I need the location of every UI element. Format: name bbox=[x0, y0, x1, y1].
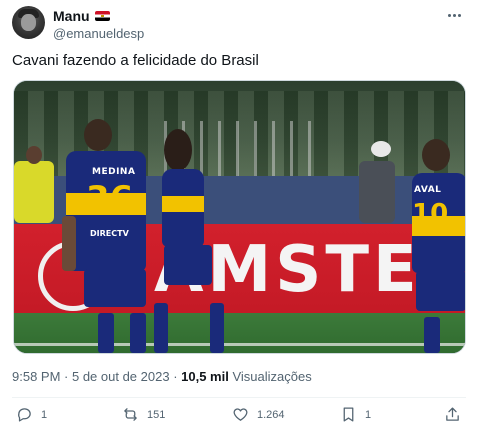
player2-shorts bbox=[164, 245, 212, 285]
tweet-meta: 9:58 PM · 5 de out de 2023 · 10,5 mil Vi… bbox=[12, 369, 312, 384]
media-police-helmet bbox=[371, 141, 391, 157]
avatar-face bbox=[21, 14, 36, 31]
share-button[interactable] bbox=[444, 406, 461, 423]
media-police bbox=[359, 161, 395, 223]
player3-shorts bbox=[416, 271, 465, 311]
player1-shorts bbox=[84, 269, 146, 307]
player3-head bbox=[422, 139, 450, 171]
player1-sock-right bbox=[130, 313, 146, 353]
media-steward bbox=[14, 161, 54, 223]
retweet-count: 151 bbox=[147, 408, 166, 421]
action-bar: 1 151 1.264 1 bbox=[16, 406, 464, 428]
views-label: Visualizações bbox=[228, 369, 312, 384]
like-button[interactable]: 1.264 bbox=[232, 406, 285, 423]
views-count: 10,5 mil bbox=[181, 369, 229, 384]
player1-name: MEDINA bbox=[92, 167, 136, 177]
reply-count: 1 bbox=[41, 408, 48, 421]
tweet-time[interactable]: 9:58 PM bbox=[12, 369, 60, 384]
reply-button[interactable]: 1 bbox=[16, 406, 47, 423]
name-line: Manu bbox=[53, 8, 110, 24]
divider bbox=[12, 397, 466, 398]
display-name[interactable]: Manu bbox=[53, 8, 90, 24]
player2-sock-right bbox=[210, 303, 224, 353]
retweet-icon bbox=[124, 408, 137, 421]
player3-number: 10 bbox=[412, 199, 449, 229]
player3-sock bbox=[424, 317, 440, 353]
tweet-text: Cavani fazendo a felicidade do Brasil bbox=[12, 52, 259, 69]
like-count: 1.264 bbox=[257, 408, 285, 421]
share-icon bbox=[446, 407, 459, 421]
player2-stripe bbox=[162, 196, 204, 212]
bookmark-icon bbox=[343, 407, 354, 422]
bookmark-count: 1 bbox=[365, 408, 372, 421]
player1-number: 36 bbox=[86, 179, 134, 219]
meta-separator-2: · bbox=[169, 369, 182, 384]
like-icon bbox=[233, 408, 248, 421]
tweet-header: Manu @emanueldesp bbox=[12, 6, 466, 41]
player1-sock-left bbox=[98, 313, 114, 353]
media-pitch bbox=[14, 313, 465, 353]
meta-separator: · bbox=[60, 369, 72, 384]
retweet-button[interactable]: 151 bbox=[122, 406, 165, 423]
user-handle[interactable]: @emanueldesp bbox=[53, 26, 144, 41]
player1-arm bbox=[62, 216, 76, 271]
player3-name: AVAL bbox=[414, 185, 442, 195]
tweet-date[interactable]: 5 de out de 2023 bbox=[72, 369, 170, 384]
more-icon[interactable] bbox=[444, 8, 464, 22]
avatar[interactable] bbox=[12, 6, 45, 39]
player1-head bbox=[84, 119, 112, 151]
player2-head bbox=[164, 129, 192, 171]
player1-sponsor: DIRECTV bbox=[90, 229, 129, 238]
bookmark-button[interactable]: 1 bbox=[340, 406, 371, 423]
player2-sock-left bbox=[154, 303, 168, 353]
reply-icon bbox=[18, 408, 31, 422]
tweet-media-video[interactable]: AMSTE MEDINA 36 DIRECTV AVAL 10 bbox=[13, 80, 466, 354]
flag-icon bbox=[94, 11, 110, 21]
media-steward-head bbox=[26, 146, 42, 164]
